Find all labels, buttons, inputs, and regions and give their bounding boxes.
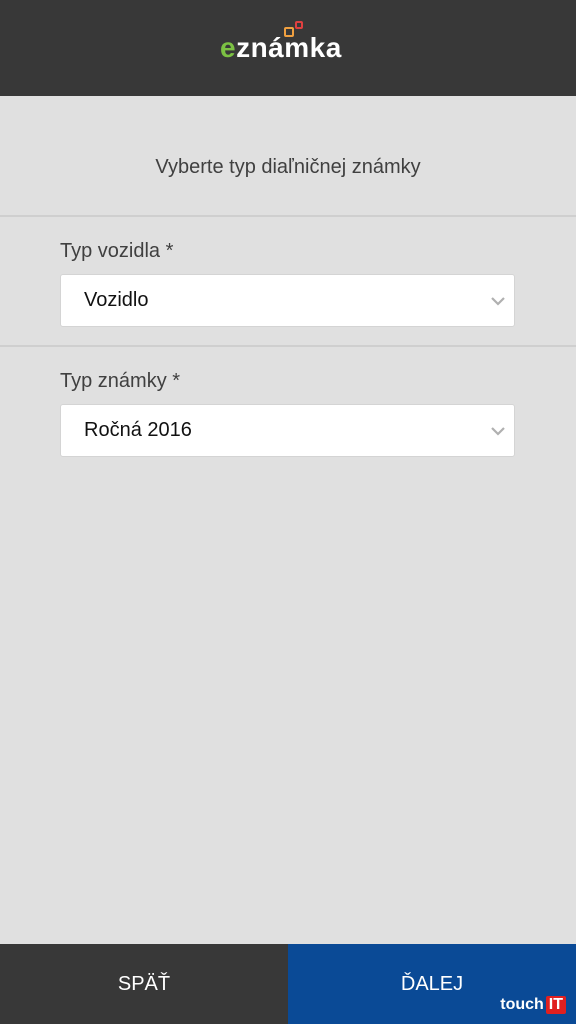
back-button[interactable]: SPÄŤ — [0, 944, 288, 1024]
chevron-down-icon — [491, 427, 505, 436]
stamp-type-value: Ročná 2016 — [84, 419, 192, 441]
vehicle-type-select[interactable]: Vozidlo — [60, 274, 515, 327]
page-subtitle: Vyberte typ diaľničnej známky — [155, 156, 421, 178]
stamp-type-label: Typ známky * — [60, 370, 181, 392]
touchit-watermark: touch IT — [500, 996, 566, 1014]
chevron-down-icon — [491, 297, 505, 306]
stamp-type-select[interactable]: Ročná 2016 — [60, 404, 515, 457]
divider — [0, 215, 576, 217]
footer-bar: SPÄŤ ĎALEJ touch IT — [0, 944, 576, 1024]
divider — [0, 345, 576, 347]
logo-text: eznámka — [220, 32, 342, 63]
app-header: eznámka — [0, 0, 576, 96]
vehicle-type-value: Vozidlo — [84, 289, 149, 311]
vehicle-type-label: Typ vozidla * — [60, 240, 174, 262]
eznamka-logo: eznámka — [218, 21, 364, 66]
